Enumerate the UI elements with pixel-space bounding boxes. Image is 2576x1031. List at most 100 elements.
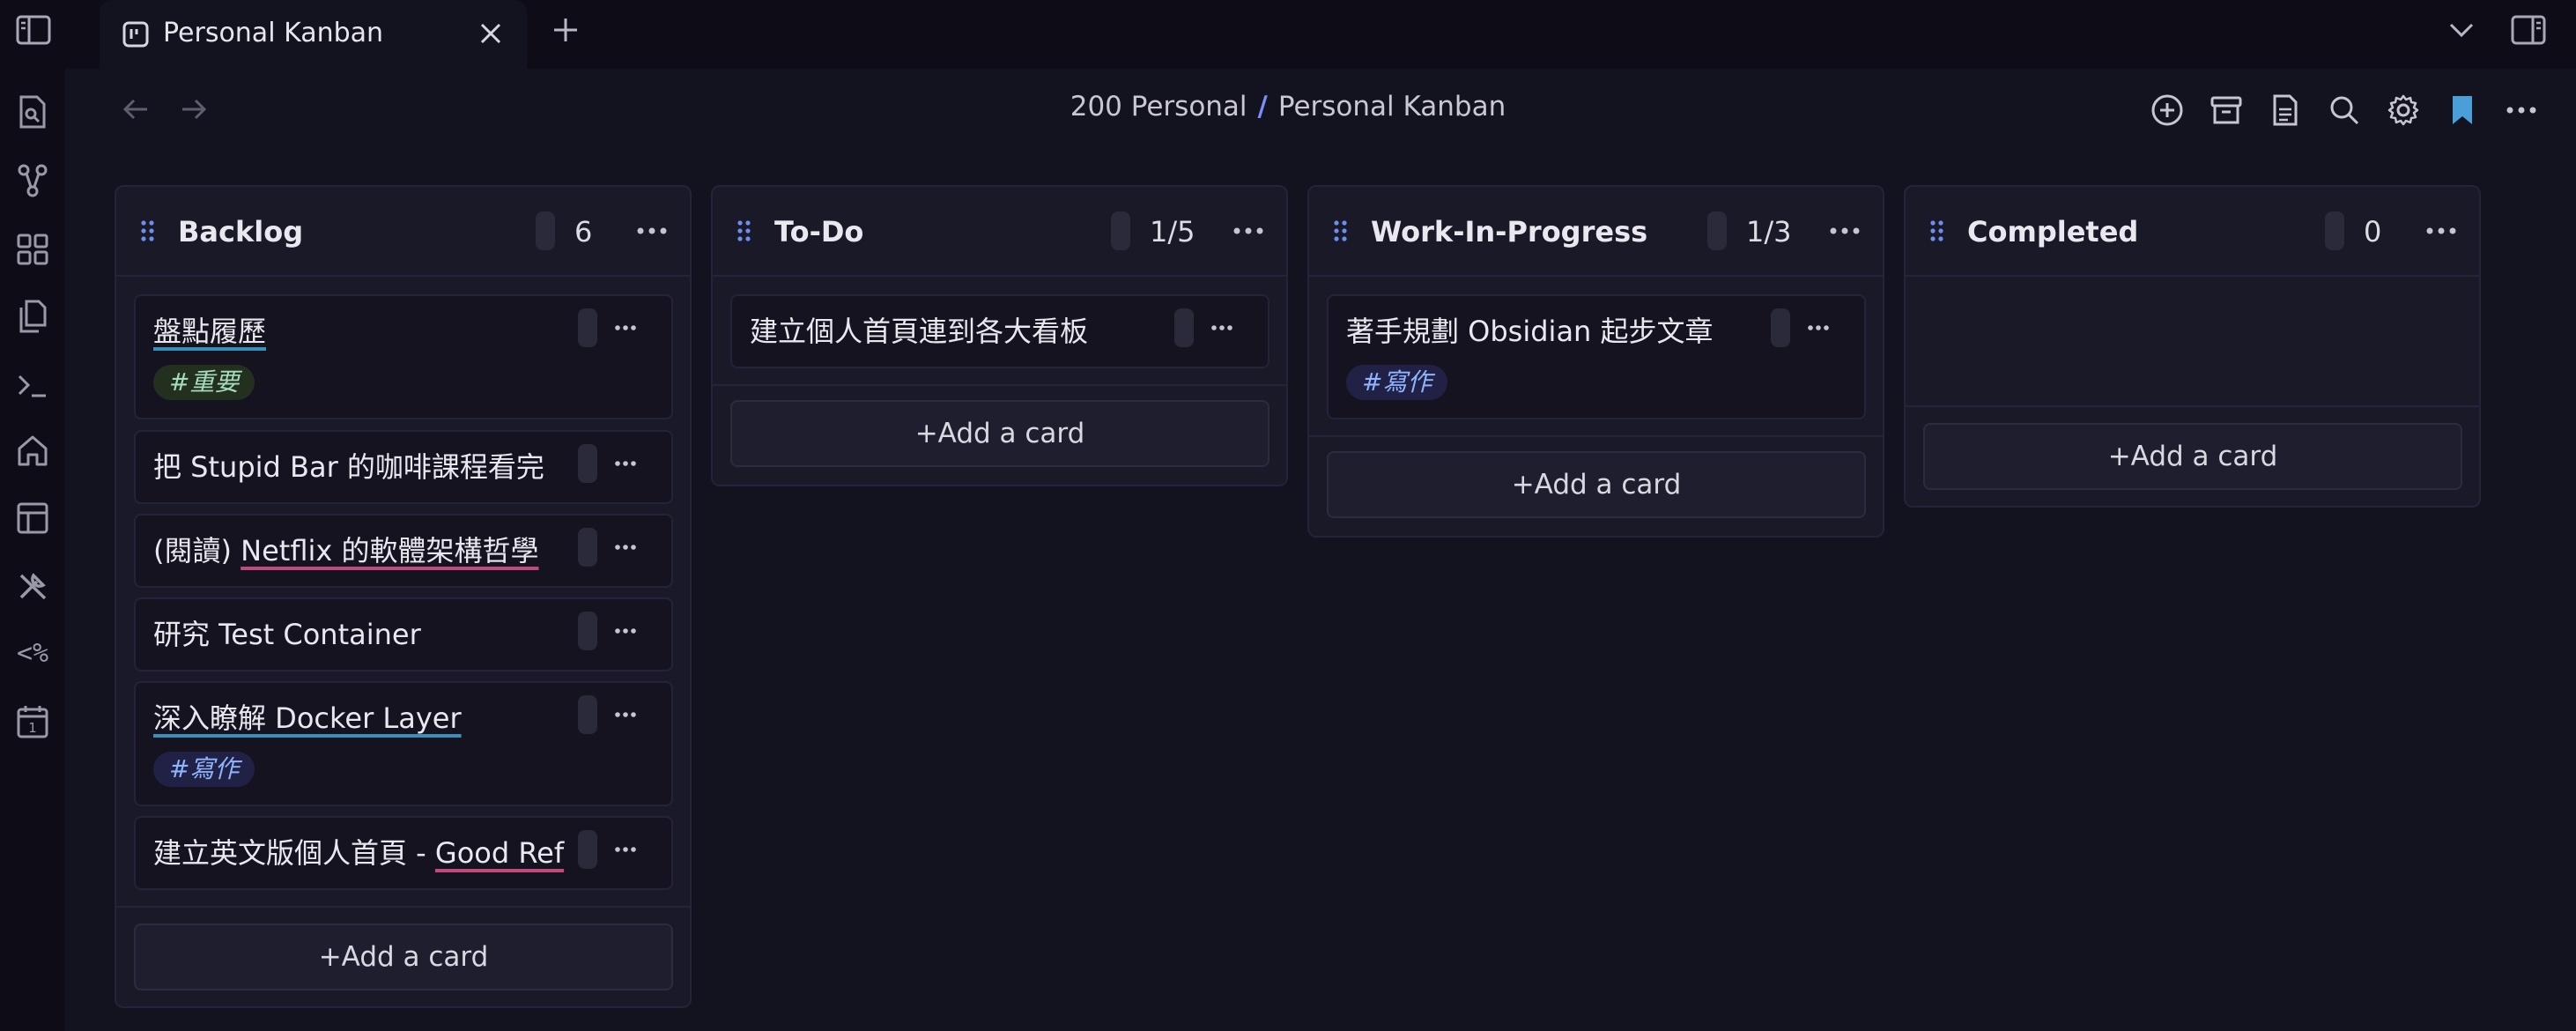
calendar-icon[interactable]: 1	[12, 701, 53, 742]
card-more-icon[interactable]	[608, 310, 643, 345]
card-title: 著手規劃 Obsidian 起步文章	[1346, 315, 1714, 348]
lane-title: Work-In-Progress	[1371, 215, 1648, 248]
card-pill	[578, 830, 597, 869]
lane-title: To-Do	[774, 215, 864, 248]
lane-header: To-Do 1/5	[713, 187, 1286, 277]
lane-title: Completed	[1967, 215, 2139, 248]
drag-handle-icon[interactable]	[141, 220, 155, 241]
card-prefix: (閱讀)	[153, 534, 241, 567]
lane-header: Backlog 6	[116, 187, 690, 277]
kanban-card[interactable]: 盤點履歷 #重要	[134, 294, 673, 419]
lane-work-in-progress: Work-In-Progress 1/3 著手規劃 Obsidian 起步文章 …	[1307, 185, 1884, 538]
more-options-icon[interactable]	[2501, 90, 2542, 130]
calendar-day: 1	[28, 720, 37, 736]
tab-title: Personal Kanban	[163, 18, 384, 48]
tag-important[interactable]: #重要	[153, 365, 255, 400]
kanban-card[interactable]: 著手規劃 Obsidian 起步文章 #寫作	[1327, 294, 1866, 419]
breadcrumb-current[interactable]: Personal Kanban	[1278, 91, 1506, 122]
blocks-icon[interactable]	[12, 229, 53, 270]
count-pill	[2325, 211, 2344, 250]
search-icon[interactable]	[2324, 90, 2365, 130]
lane-backlog: Backlog 6 盤點履歷 #重要 把 Stupid Bar 的咖啡課程看完 …	[115, 185, 692, 1008]
card-pill	[1174, 308, 1194, 347]
kanban-card[interactable]: 深入瞭解 Docker Layer #寫作	[134, 681, 673, 806]
lane-more-icon[interactable]	[2421, 213, 2461, 248]
card-prefix: 建立英文版個人首頁 -	[153, 836, 435, 870]
terminal-icon[interactable]	[12, 365, 53, 405]
breadcrumb-separator: /	[1257, 91, 1268, 122]
card-title[interactable]: 盤點履歷	[153, 309, 266, 350]
tab-bar: Personal Kanban	[0, 0, 2576, 69]
kanban-card[interactable]: 建立個人首頁連到各大看板	[730, 294, 1269, 368]
lane-more-icon[interactable]	[1228, 213, 1269, 248]
sidebar-right-icon[interactable]	[2509, 11, 2548, 49]
card-title[interactable]: 深入瞭解 Docker Layer	[153, 696, 462, 737]
graph-icon[interactable]	[12, 160, 53, 201]
lane-completed: Completed 0 +Add a card	[1904, 185, 2481, 508]
breadcrumb-parent[interactable]: 200 Personal	[1070, 91, 1247, 122]
card-more-icon[interactable]	[608, 530, 643, 565]
card-more-icon[interactable]	[1204, 310, 1240, 345]
add-card-button[interactable]: +Add a card	[134, 923, 673, 990]
kanban-card[interactable]: 研究 Test Container	[134, 597, 673, 671]
count-pill	[1707, 211, 1727, 250]
kanban-card[interactable]: (閱讀) Netflix 的軟體架構哲學	[134, 514, 673, 588]
drag-handle-icon[interactable]	[1334, 220, 1348, 241]
kanban-icon	[122, 21, 149, 48]
archive-icon[interactable]	[2206, 90, 2247, 130]
lane-todo: To-Do 1/5 建立個人首頁連到各大看板 +Add a card	[711, 185, 1288, 486]
add-card-button[interactable]: +Add a card	[730, 400, 1269, 467]
layout-icon[interactable]	[12, 498, 53, 538]
sidebar-left-icon[interactable]	[14, 11, 53, 49]
tag-writing[interactable]: #寫作	[153, 752, 255, 787]
home-icon[interactable]	[12, 430, 53, 471]
lane-count: 0	[2364, 215, 2382, 248]
card-title: 建立個人首頁連到各大看板	[750, 315, 1089, 348]
tools-icon[interactable]	[12, 566, 53, 606]
lane-footer: +Add a card	[713, 384, 1286, 485]
add-card-button[interactable]: +Add a card	[1923, 423, 2462, 490]
card-link[interactable]: Good Ref	[435, 836, 564, 870]
kanban-card[interactable]: 把 Stupid Bar 的咖啡課程看完	[134, 430, 673, 504]
drag-handle-icon[interactable]	[1930, 220, 1944, 241]
files-icon[interactable]	[12, 296, 53, 337]
lane-more-icon[interactable]	[632, 213, 672, 248]
add-card-button[interactable]: +Add a card	[1327, 451, 1866, 518]
card-pill	[1771, 308, 1790, 347]
card-more-icon[interactable]	[608, 697, 643, 732]
tab-personal-kanban[interactable]: Personal Kanban	[100, 0, 527, 69]
lane-title: Backlog	[178, 215, 304, 248]
lane-count: 1/3	[1746, 215, 1792, 248]
left-ribbon: <% 1	[0, 69, 65, 1031]
lane-footer: +Add a card	[1309, 435, 1883, 536]
templater-icon[interactable]: <%	[12, 633, 53, 673]
count-pill	[1111, 211, 1130, 250]
card-title: 把 Stupid Bar 的咖啡課程看完	[153, 450, 544, 484]
chevron-down-icon[interactable]	[2442, 11, 2481, 49]
card-pill	[578, 612, 597, 650]
card-link[interactable]: Netflix 的軟體架構哲學	[241, 534, 538, 567]
card-more-icon[interactable]	[608, 832, 643, 867]
lane-more-icon[interactable]	[1825, 213, 1865, 248]
close-icon[interactable]	[473, 16, 508, 51]
bookmark-icon[interactable]	[2442, 90, 2483, 130]
card-more-icon[interactable]	[608, 613, 643, 649]
document-icon[interactable]	[2265, 90, 2306, 130]
card-pill	[578, 695, 597, 734]
lane-footer: +Add a card	[116, 906, 690, 1006]
drag-handle-icon[interactable]	[737, 220, 751, 241]
lane-header: Completed 0	[1906, 187, 2479, 277]
plus-icon[interactable]	[546, 11, 585, 49]
add-circle-icon[interactable]	[2147, 90, 2187, 130]
lane-count: 6	[574, 215, 593, 248]
card-more-icon[interactable]	[608, 446, 643, 481]
settings-gear-icon[interactable]	[2383, 90, 2424, 130]
tag-writing[interactable]: #寫作	[1346, 365, 1448, 400]
breadcrumb: 200 Personal / Personal Kanban	[0, 91, 2576, 122]
card-more-icon[interactable]	[1801, 310, 1836, 345]
card-pill	[578, 528, 597, 567]
lane-header: Work-In-Progress 1/3	[1309, 187, 1883, 277]
card-pill	[578, 444, 597, 483]
count-pill	[536, 211, 555, 250]
kanban-card[interactable]: 建立英文版個人首頁 - Good Ref	[134, 816, 673, 890]
